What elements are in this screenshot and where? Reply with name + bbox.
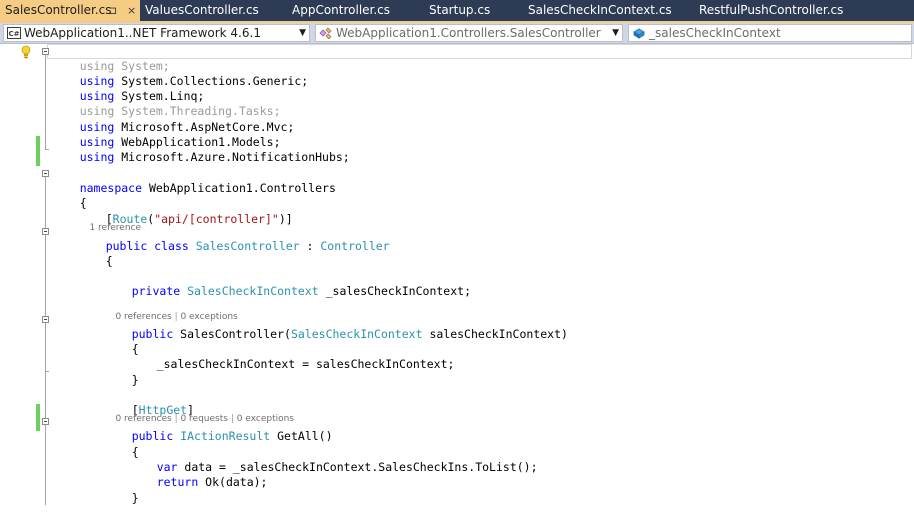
keyword: using xyxy=(79,150,115,164)
code-text: _salesCheckInContext; xyxy=(318,284,471,298)
outline-guide xyxy=(45,323,46,371)
outline-guide-end xyxy=(45,149,49,150)
code-text: Ok(data); xyxy=(198,475,268,489)
type-name: IActionResult xyxy=(180,429,271,443)
project-dropdown[interactable]: C# WebApplication1..NET Framework 4.6.1 … xyxy=(3,24,310,42)
current-line-highlight xyxy=(47,44,912,59)
code-line-return: return Ok(data); xyxy=(129,460,268,505)
field-icon xyxy=(632,27,646,41)
code-text: } xyxy=(131,491,139,505)
lightbulb-icon[interactable] xyxy=(20,44,32,59)
type-name: SalesCheckInContext xyxy=(187,284,319,298)
keyword: public class xyxy=(105,239,189,253)
collapse-constructor-button[interactable] xyxy=(42,316,49,323)
csharp-project-icon: C# xyxy=(7,27,21,41)
tab-label: Startup.cs xyxy=(429,3,491,17)
code-line-assignment: _salesCheckInContext = salesCheckInConte… xyxy=(129,342,455,387)
outline-guide-end xyxy=(45,371,49,372)
code-text: WebApplication1.Controllers xyxy=(142,181,336,195)
collapse-getall-button[interactable] xyxy=(42,418,49,425)
tab-label: SalesController.cs xyxy=(5,3,112,17)
type-name: SalesController xyxy=(195,239,300,253)
close-icon[interactable]: × xyxy=(127,0,136,21)
keyword: return xyxy=(156,475,199,489)
project-dropdown-value: WebApplication1..NET Framework 4.6.1 xyxy=(24,26,261,40)
type-dropdown[interactable]: WebApplication1.Controllers.SalesControl… xyxy=(315,24,623,42)
navigation-bar: C# WebApplication1..NET Framework 4.6.1 … xyxy=(0,23,914,44)
pin-icon[interactable]: ⊐ xyxy=(108,0,117,21)
outline-guide xyxy=(45,52,46,149)
code-text: SalesController( xyxy=(173,327,291,341)
collapse-class-button[interactable] xyxy=(42,228,49,235)
code-line-brace: } xyxy=(104,476,139,521)
chevron-down-icon: ▼ xyxy=(612,28,619,38)
type-name: Controller xyxy=(320,239,390,253)
chevron-down-icon: ▼ xyxy=(299,28,306,38)
tab-label: SalesCheckInContext.cs xyxy=(528,3,672,17)
tab-startup[interactable]: Startup.cs xyxy=(429,0,519,21)
document-tab-strip: SalesController.cs ⊐ × ValuesController.… xyxy=(0,0,914,21)
collapse-namespace-button[interactable] xyxy=(42,170,49,177)
code-editor[interactable]: using System; using System.Collections.G… xyxy=(0,44,914,505)
code-text: : xyxy=(299,239,321,253)
tab-salescontroller[interactable]: SalesController.cs ⊐ × xyxy=(0,0,140,21)
tab-appcontroller[interactable]: AppController.cs xyxy=(292,0,422,21)
keyword: private xyxy=(131,284,181,298)
change-indicator xyxy=(36,404,40,431)
tab-label: AppController.cs xyxy=(292,3,391,17)
type-name: SalesCheckInContext xyxy=(290,327,423,341)
keyword: namespace xyxy=(79,181,143,195)
code-line-class-declaration: public class SalesController : Controlle… xyxy=(78,224,390,269)
member-dropdown[interactable]: _salesCheckInContext xyxy=(628,24,912,42)
code-text: _salesCheckInContext = salesCheckInConte… xyxy=(156,357,455,371)
tab-restfulpushcontroller[interactable]: RestfulPushController.cs xyxy=(699,0,874,21)
svg-text:C#: C# xyxy=(9,30,20,38)
outline-guide xyxy=(45,425,46,505)
code-text: salesCheckInContext) xyxy=(422,327,568,341)
code-text: Microsoft.Azure.NotificationHubs; xyxy=(114,150,350,164)
code-text: GetAll() xyxy=(270,429,333,443)
code-text: { xyxy=(105,254,113,268)
class-icon xyxy=(319,27,333,41)
code-text: } xyxy=(131,373,139,387)
member-dropdown-value: _salesCheckInContext xyxy=(649,26,781,40)
tab-salescheckincontext[interactable]: SalesCheckInContext.cs xyxy=(528,0,688,21)
type-dropdown-value: WebApplication1.Controllers.SalesControl… xyxy=(336,26,601,40)
change-indicator xyxy=(36,136,40,166)
tab-label: RestfulPushController.cs xyxy=(699,3,844,17)
tab-label: ValuesController.cs xyxy=(145,3,259,17)
collapse-usings-button[interactable] xyxy=(42,48,49,55)
tab-valuescontroller[interactable]: ValuesController.cs xyxy=(145,0,285,21)
